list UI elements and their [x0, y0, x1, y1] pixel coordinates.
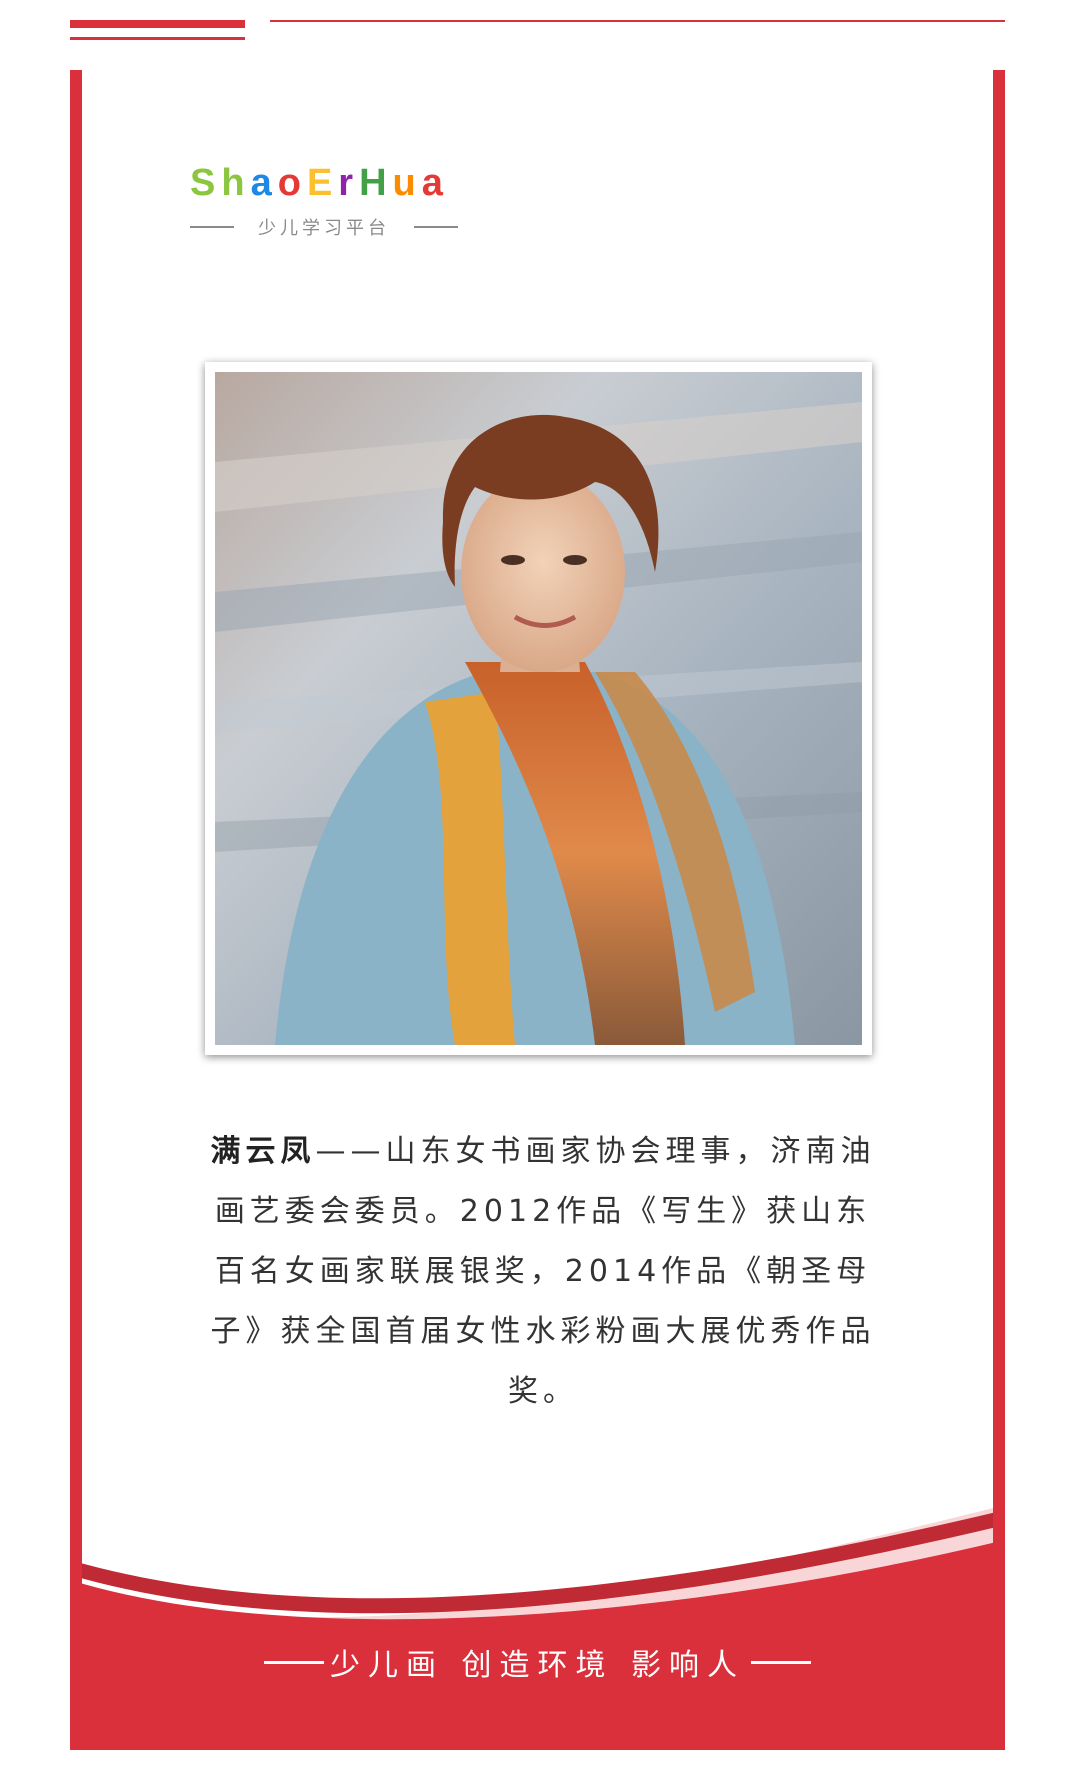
frame-edge-right [993, 70, 1005, 1750]
top-rule-thick [70, 20, 245, 28]
footer-slogan-row: 少儿画 创造环境 影响人 [70, 1640, 1005, 1684]
logo-letter-1: h [221, 162, 251, 204]
logo-wordmark: ShaoErHua [190, 160, 490, 206]
profile-bio-paragraph: 满云凤——山东女书画家协会理事，济南油画艺委会委员。2012作品《写生》获山东百… [198, 1122, 888, 1422]
slogan-dash-left [263, 1660, 324, 1664]
logo-subtitle-dash-left [190, 226, 234, 228]
portrait-photo [215, 372, 862, 1045]
footer-wave [70, 1505, 1005, 1750]
footer-slogan: 少儿画 创造环境 影响人 [329, 1648, 746, 1683]
logo-letter-2: a [250, 162, 278, 204]
shaoerhua-logo: ShaoErHua 少儿学习平台 [190, 160, 490, 240]
top-rule-thin [70, 37, 245, 40]
logo-letter-8: a [421, 162, 449, 204]
slogan-dash-right [751, 1660, 812, 1664]
frame-edge-left [70, 70, 82, 1750]
profile-bio: ——山东女书画家协会理事，济南油画艺委会委员。2012作品《写生》获山东百名女画… [210, 1134, 876, 1409]
logo-subtitle-row: 少儿学习平台 [190, 214, 490, 240]
logo-subtitle-dash-right [414, 226, 458, 228]
profile-name: 满云凤 [210, 1134, 316, 1169]
logo-letter-7: u [392, 162, 422, 204]
logo-letter-4: E [306, 162, 339, 204]
logo-letter-3: o [277, 162, 307, 204]
logo-subtitle: 少儿学习平台 [258, 218, 390, 239]
logo-letter-0: S [190, 162, 222, 204]
logo-letter-5: r [338, 162, 360, 204]
top-rule-right [270, 20, 1005, 22]
portrait-frame [205, 362, 872, 1055]
logo-letter-6: H [359, 162, 393, 204]
